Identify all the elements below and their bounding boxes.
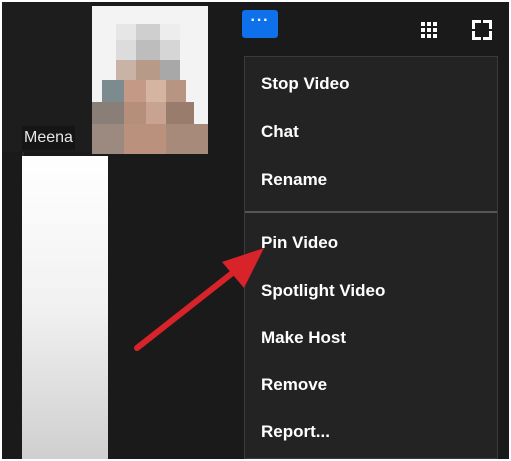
meeting-window: Meena ··· Stop Video Chat Rename Pin Vid… — [2, 2, 509, 459]
red-arrow-icon — [134, 248, 264, 351]
